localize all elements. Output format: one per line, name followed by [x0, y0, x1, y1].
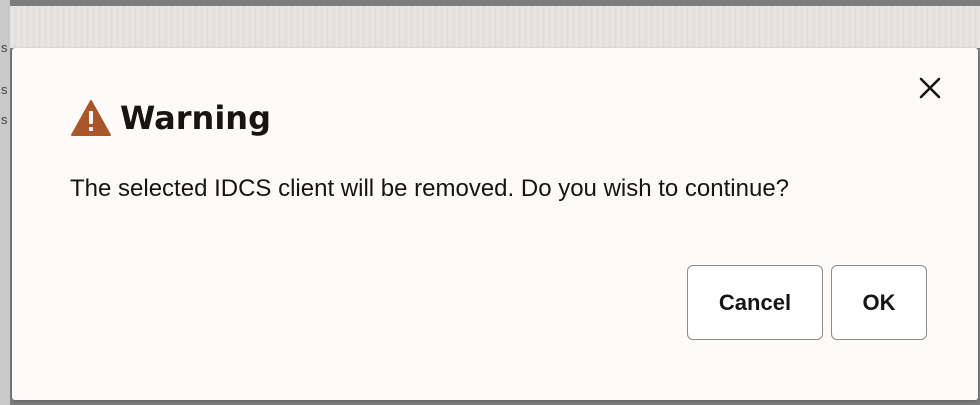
cancel-button[interactable]: Cancel: [687, 265, 823, 340]
warning-triangle-icon: [71, 100, 111, 136]
dialog-message: The selected IDCS client will be removed…: [70, 175, 790, 202]
dialog-header: Warning: [70, 98, 271, 138]
background-text-fragment: s: [1, 112, 8, 127]
background-page-edge: [0, 0, 10, 405]
ok-button[interactable]: OK: [831, 265, 927, 340]
close-button[interactable]: [912, 70, 948, 106]
background-text-fragment: s: [1, 82, 8, 97]
close-icon: [919, 77, 941, 99]
background-page-header: [10, 6, 980, 48]
dialog-title: Warning: [120, 99, 271, 137]
warning-dialog: Warning The selected IDCS client will be…: [12, 48, 978, 400]
background-text-fragment: s: [1, 40, 8, 55]
